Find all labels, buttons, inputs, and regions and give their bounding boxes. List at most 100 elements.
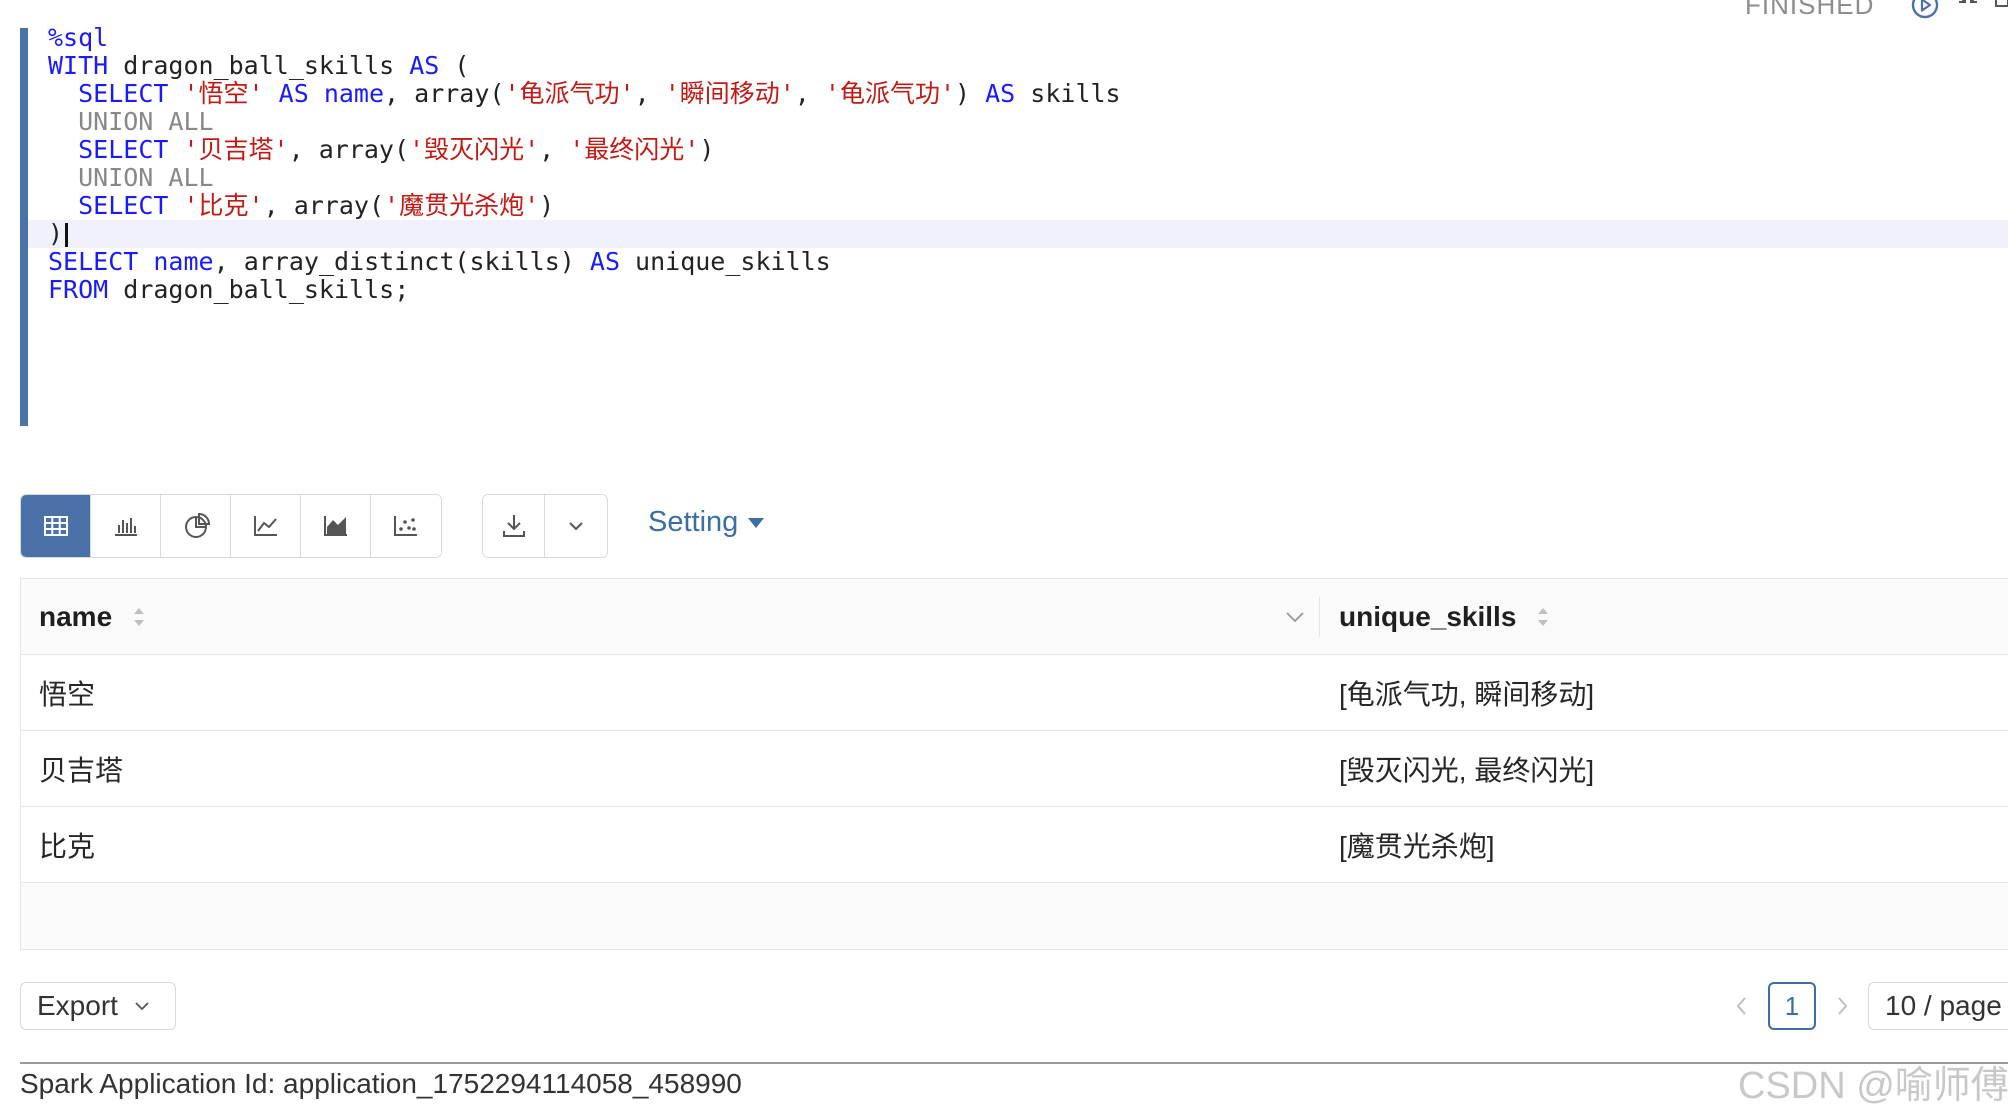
- cell-name: 贝吉塔: [39, 755, 124, 786]
- code-token: SELECT: [78, 191, 169, 220]
- divider: [20, 1062, 2008, 1064]
- line-chart-button[interactable]: [231, 495, 301, 557]
- column-header-name[interactable]: name: [39, 579, 148, 655]
- code-line[interactable]: ): [28, 220, 2008, 248]
- settings-icon[interactable]: [1992, 0, 2008, 16]
- setting-label: Setting: [648, 506, 739, 538]
- code-token: '悟空': [183, 79, 264, 108]
- chevron-left-icon[interactable]: [1730, 992, 1754, 1020]
- column-header-label: name: [39, 601, 113, 632]
- chevron-right-icon[interactable]: [1830, 992, 1854, 1020]
- code-token: '最终闪光': [569, 135, 700, 164]
- code-token: '毁灭闪光': [409, 135, 540, 164]
- cell-unique-skills: [毁灭闪光, 最终闪光]: [1339, 755, 1595, 786]
- column-header-unique-skills[interactable]: unique_skills: [1339, 579, 1552, 655]
- run-icon[interactable]: [1910, 0, 1940, 20]
- chevron-down-icon: [135, 1002, 149, 1011]
- code-token: SELECT: [48, 247, 139, 276]
- download-button[interactable]: [483, 495, 545, 557]
- setting-dropdown[interactable]: Setting: [648, 506, 765, 539]
- code-token: UNION ALL: [48, 107, 214, 136]
- table-header: name unique_skills: [21, 579, 2008, 655]
- chevron-down-icon[interactable]: [1283, 605, 1307, 629]
- code-line[interactable]: FROM dragon_ball_skills;: [28, 276, 2008, 304]
- table-view-button[interactable]: [21, 495, 91, 557]
- code-token: skills: [1015, 79, 1121, 108]
- table-row: 比克 [魔贯光杀炮]: [21, 807, 2008, 883]
- code-line[interactable]: SELECT '贝吉塔', array('毁灭闪光', '最终闪光'): [28, 136, 2008, 164]
- code-token: , array(: [263, 191, 385, 220]
- line-chart-icon: [253, 516, 277, 536]
- sort-icon[interactable]: [1534, 602, 1552, 632]
- code-token: ,: [539, 135, 570, 164]
- cell-name: 悟空: [39, 679, 96, 710]
- table-icon: [43, 516, 68, 536]
- code-line[interactable]: WITH dragon_ball_skills AS (: [28, 52, 2008, 80]
- code-token: name: [153, 247, 214, 276]
- scatter-chart-button[interactable]: [371, 495, 441, 557]
- scatter-chart-icon: [394, 516, 417, 536]
- download-icon: [502, 515, 525, 537]
- watermark: CSDN @喻师傅: [1738, 1065, 2008, 1107]
- code-line[interactable]: SELECT '悟空' AS name, array('龟派气功', '瞬间移动…: [28, 80, 2008, 108]
- cell-unique-skills: [魔贯光杀炮]: [1339, 831, 1495, 862]
- status-text: FINISHED: [1745, 0, 1875, 20]
- code-token: ): [539, 191, 555, 220]
- code-line[interactable]: UNION ALL: [28, 108, 2008, 136]
- code-line[interactable]: UNION ALL: [28, 164, 2008, 192]
- application-id-text: Spark Application Id: application_175229…: [20, 1068, 742, 1099]
- code-token: '比克': [183, 191, 264, 220]
- code-token: SELECT: [78, 135, 169, 164]
- code-token: ): [699, 135, 715, 164]
- code-token: AS: [985, 79, 1016, 108]
- code-token: AS: [589, 247, 620, 276]
- table-row: 贝吉塔 [毁灭闪光, 最终闪光]: [21, 731, 2008, 807]
- table-empty-area: [21, 883, 2008, 949]
- code-token: ,: [634, 79, 665, 108]
- code-token: ): [48, 219, 64, 248]
- page-size-select[interactable]: 10 / page: [1868, 982, 2008, 1030]
- code-token: AS: [409, 51, 440, 80]
- code-token: '贝吉塔': [183, 135, 289, 164]
- code-editor[interactable]: %sql WITH dragon_ball_skills AS ( SELECT …: [20, 24, 2008, 426]
- code-line[interactable]: SELECT name, array_distinct(skills) AS u…: [28, 248, 2008, 276]
- pagination-current-page[interactable]: 1: [1768, 982, 1816, 1030]
- code-token: ,: [794, 79, 825, 108]
- code-token: AS: [278, 79, 309, 108]
- code-token: '魔贯光杀炮': [384, 191, 540, 220]
- code-token: , array_distinct(skills): [213, 247, 590, 276]
- table-row: 悟空 [龟派气功, 瞬间移动]: [21, 655, 2008, 731]
- code-token: '龟派气功': [504, 79, 635, 108]
- code-token: '瞬间移动': [664, 79, 795, 108]
- visualization-toolbar: [20, 494, 442, 558]
- column-header-label: unique_skills: [1339, 601, 1517, 632]
- collapse-icon[interactable]: [1955, 0, 1981, 18]
- cell-unique-skills: [龟派气功, 瞬间移动]: [1339, 679, 1595, 710]
- download-options-button[interactable]: [545, 495, 607, 557]
- code-token: '龟派气功': [824, 79, 956, 108]
- code-line[interactable]: %sql: [28, 24, 2008, 52]
- chevron-down-icon: [569, 522, 583, 531]
- code-token: unique_skills: [620, 247, 831, 276]
- area-chart-button[interactable]: [301, 495, 371, 557]
- sort-icon[interactable]: [130, 602, 148, 632]
- bar-chart-icon: [114, 518, 137, 536]
- code-token: %sql: [48, 23, 109, 52]
- code-token: dragon_ball_skills;: [108, 275, 410, 304]
- export-button[interactable]: Export: [20, 982, 176, 1030]
- code-token: SELECT: [78, 79, 169, 108]
- code-line[interactable]: SELECT '比克', array('魔贯光杀炮'): [28, 192, 2008, 220]
- bar-chart-button[interactable]: [91, 495, 161, 557]
- export-label: Export: [37, 990, 118, 1021]
- result-table: name unique_skills 悟空 [龟派气功, 瞬间移动] 贝吉塔 […: [20, 578, 2008, 950]
- pie-chart-button[interactable]: [161, 495, 231, 557]
